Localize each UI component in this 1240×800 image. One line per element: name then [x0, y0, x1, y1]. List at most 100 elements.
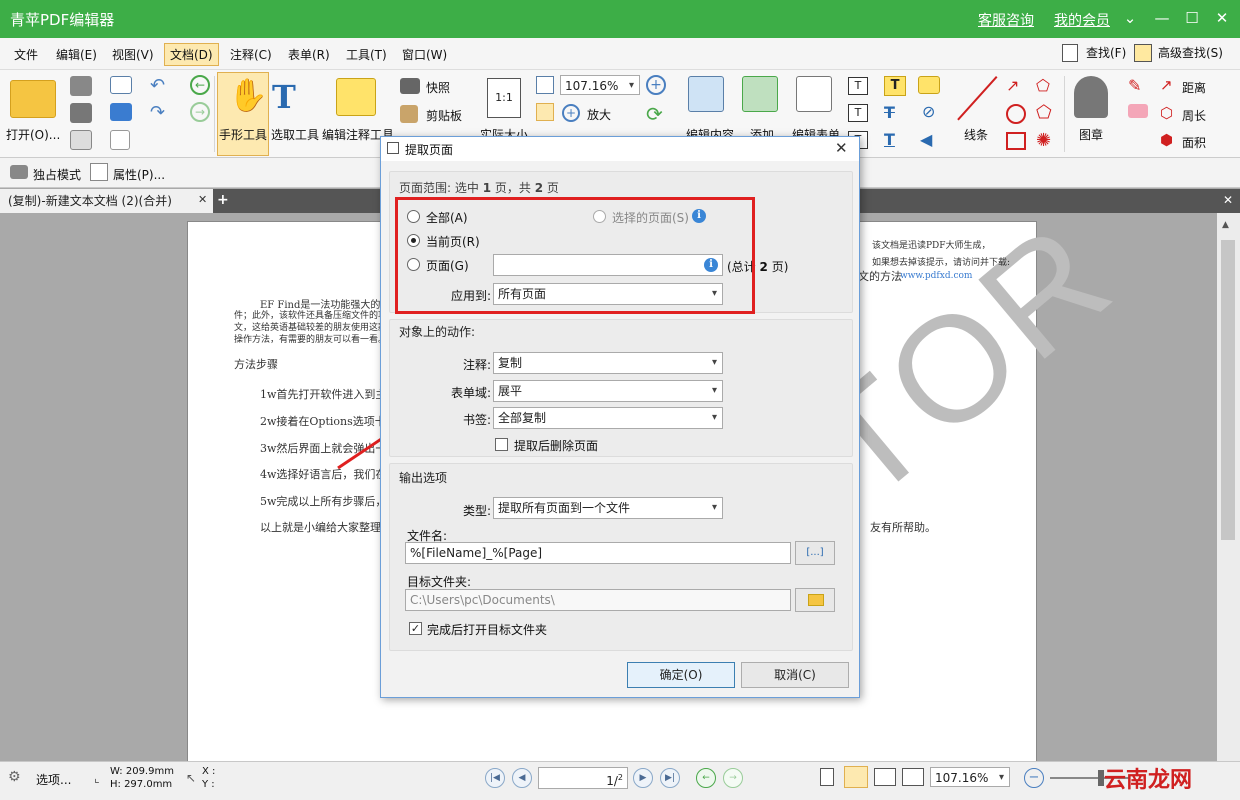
arrow-icon[interactable]: ↗	[1006, 76, 1019, 95]
folder-input[interactable]: C:\Users\pc\Documents\	[405, 589, 791, 611]
stamp-icon[interactable]	[1074, 76, 1108, 118]
fit-page-icon[interactable]	[536, 76, 554, 94]
rectangle-icon[interactable]	[1006, 132, 1026, 150]
actual-size-icon[interactable]: 1:1	[487, 78, 521, 118]
scroll-up-icon[interactable]: ▲	[1222, 220, 1229, 230]
facing-page-icon[interactable]	[874, 768, 896, 786]
edit-content-icon[interactable]	[688, 76, 724, 112]
next-page-icon[interactable]: ▶	[633, 768, 653, 788]
sound-icon[interactable]: ◀	[920, 130, 932, 149]
cancel-button[interactable]: 取消(C)	[741, 662, 849, 688]
annot-select[interactable]: 复制	[493, 352, 723, 374]
edit-annotation-icon[interactable]	[336, 78, 376, 116]
cloud-shape-icon[interactable]: ✺	[1036, 130, 1051, 151]
maximize-icon[interactable]: ☐	[1180, 7, 1204, 29]
properties-button[interactable]: 属性(P)...	[113, 166, 165, 183]
exclusive-mode-button[interactable]: 独占模式	[33, 166, 81, 183]
print-icon[interactable]	[70, 103, 92, 123]
open-folder-icon[interactable]	[10, 80, 56, 118]
note-icon[interactable]	[918, 76, 940, 94]
zoom-select[interactable]: 107.16%	[560, 75, 640, 95]
new-tab-icon[interactable]: +	[217, 192, 229, 208]
first-page-icon[interactable]: |◀	[485, 768, 505, 788]
cloud-icon[interactable]	[110, 103, 132, 121]
export-icon[interactable]	[70, 130, 92, 150]
forward-icon[interactable]: →	[190, 102, 210, 122]
prev-page-icon[interactable]: ◀	[512, 768, 532, 788]
close-window-icon[interactable]: ✕	[1210, 7, 1234, 29]
bookmark-select[interactable]: 全部复制	[493, 407, 723, 429]
distance-button[interactable]: 距离	[1182, 79, 1206, 96]
pencil-icon[interactable]: ✎	[1128, 76, 1141, 95]
zoom-in-button[interactable]: 放大	[587, 106, 611, 123]
edit-form-icon[interactable]	[796, 76, 832, 112]
eraser-icon[interactable]	[1128, 104, 1148, 118]
page-number-input[interactable]: 1/2	[538, 767, 628, 789]
stamp-label[interactable]: 图章	[1079, 126, 1103, 143]
delete-after-checkbox[interactable]	[495, 438, 508, 451]
service-link[interactable]: 客服咨询	[978, 10, 1034, 30]
highlight-text-icon[interactable]: T	[884, 76, 906, 96]
document-tab[interactable]: (复制)-新建文本文档 (2)(合并)	[0, 189, 213, 213]
close-all-icon[interactable]: ✕	[1220, 192, 1236, 208]
status-zoom-select[interactable]: 107.16%	[930, 767, 1010, 787]
menu-tools[interactable]: 工具(T)	[346, 46, 387, 63]
perimeter-icon[interactable]: ⬡	[1160, 104, 1173, 122]
camera-icon[interactable]	[400, 78, 420, 94]
gear-icon[interactable]: ⚙	[8, 769, 21, 785]
select-text-icon[interactable]: T	[272, 78, 296, 116]
find-button[interactable]: 查找(F)	[1086, 44, 1126, 61]
menu-comment[interactable]: 注释(C)	[230, 46, 272, 63]
text-field-icon[interactable]: T	[848, 104, 868, 122]
clipboard-button[interactable]: 剪贴板	[426, 107, 462, 124]
dialog-close-icon[interactable]: ✕	[835, 139, 848, 157]
filename-input[interactable]: %[FileName]_%[Page]	[405, 542, 791, 564]
browse-folder-button[interactable]	[795, 588, 835, 612]
rotate-icon[interactable]: ⟳	[646, 102, 663, 126]
distance-icon[interactable]: ↗	[1160, 76, 1173, 94]
menu-edit[interactable]: 编辑(E)	[56, 46, 97, 63]
clipboard-icon[interactable]	[400, 105, 418, 123]
chevron-down-icon[interactable]: ⌄	[1118, 7, 1142, 29]
member-link[interactable]: 我的会员	[1054, 10, 1110, 30]
ellipse-icon[interactable]	[1006, 104, 1026, 124]
email-icon[interactable]	[110, 76, 132, 94]
perimeter-button[interactable]: 周长	[1182, 107, 1206, 124]
exclusive-mode-icon[interactable]	[10, 165, 28, 179]
single-page-icon[interactable]	[820, 768, 834, 786]
zoom-out-icon[interactable]: −	[1024, 768, 1044, 788]
history-forward-icon[interactable]: →	[723, 768, 743, 788]
text-box-icon[interactable]: T	[848, 77, 868, 95]
back-icon[interactable]: ←	[190, 75, 210, 95]
ok-button[interactable]: 确定(O)	[627, 662, 735, 688]
zoom-in-icon[interactable]: +	[646, 75, 666, 95]
filename-macro-button[interactable]: [...]	[795, 541, 835, 565]
select-tool-label[interactable]: 选取工具	[271, 126, 319, 143]
advanced-find-button[interactable]: 高级查找(S)	[1158, 44, 1223, 61]
minimize-icon[interactable]: —	[1150, 7, 1174, 29]
continuous-facing-icon[interactable]	[902, 768, 924, 786]
menu-view[interactable]: 视图(V)	[112, 46, 154, 63]
advanced-find-icon[interactable]	[1134, 44, 1152, 62]
last-page-icon[interactable]: ▶|	[660, 768, 680, 788]
type-select[interactable]: 提取所有页面到一个文件	[493, 497, 723, 519]
form-select[interactable]: 展平	[493, 380, 723, 402]
menu-form[interactable]: 表单(R)	[288, 46, 330, 63]
continuous-page-icon[interactable]	[844, 766, 868, 788]
underline-icon[interactable]: T	[884, 130, 895, 149]
history-back-icon[interactable]: ←	[696, 768, 716, 788]
attachment-icon[interactable]: ⊘	[922, 102, 935, 121]
area-icon[interactable]: ⬢	[1160, 131, 1173, 149]
new-doc-icon[interactable]	[110, 130, 130, 150]
fit-width-icon[interactable]	[536, 103, 554, 121]
add-icon[interactable]	[742, 76, 778, 112]
open-after-checkbox[interactable]: ✓	[409, 622, 422, 635]
line-label[interactable]: 线条	[964, 126, 988, 143]
options-button[interactable]: 选项...	[36, 771, 71, 788]
close-tab-icon[interactable]: ✕	[198, 193, 207, 206]
menu-window[interactable]: 窗口(W)	[402, 46, 447, 63]
area-button[interactable]: 面积	[1182, 134, 1206, 151]
polygon-icon[interactable]: ⬠	[1036, 76, 1050, 95]
menu-file[interactable]: 文件	[14, 46, 38, 63]
properties-icon[interactable]	[90, 163, 108, 181]
